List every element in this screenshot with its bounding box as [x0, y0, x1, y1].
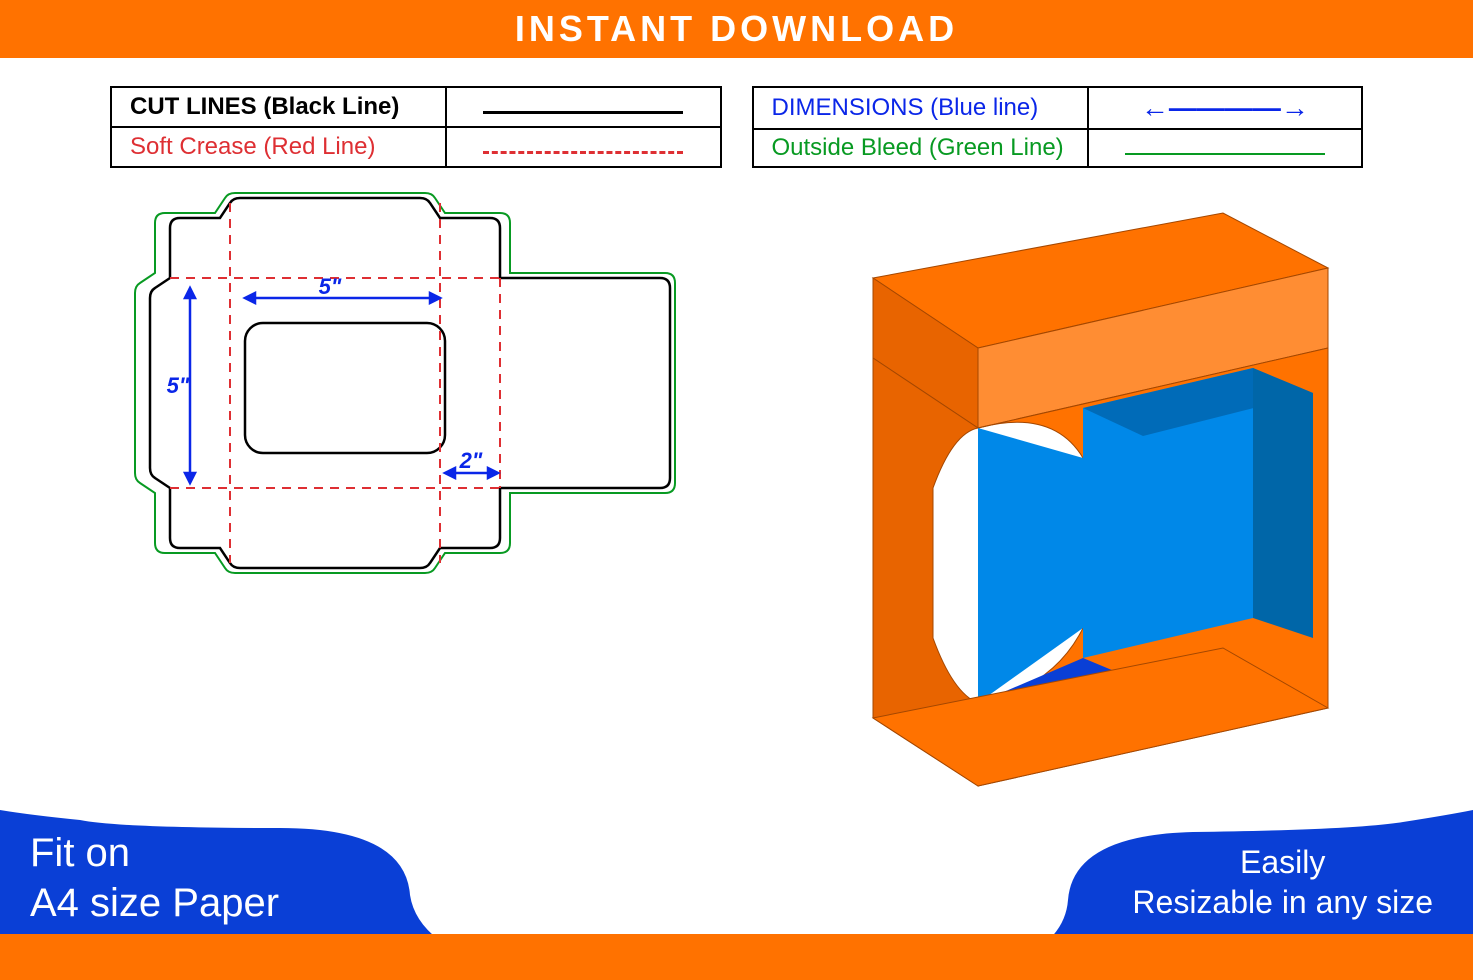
footer-right-line1: Easily	[1132, 842, 1433, 882]
crease-line-icon	[483, 151, 683, 154]
legend-left: CUT LINES (Black Line) Soft Crease (Red …	[110, 86, 722, 168]
footer-orange-strip	[0, 934, 1473, 980]
header-title: INSTANT DOWNLOAD	[515, 8, 958, 50]
header-bar: INSTANT DOWNLOAD	[0, 0, 1473, 58]
cut-line-icon	[483, 111, 683, 114]
diagram-area: 5" 5" 2"	[0, 168, 1473, 808]
legend-crease-sample	[446, 127, 720, 167]
footer-area: Fit on A4 size Paper Easily Resizable in…	[0, 810, 1473, 980]
footer-right-line2: Resizable in any size	[1132, 882, 1433, 922]
dim-height: 5"	[167, 373, 190, 398]
dim-width: 5"	[319, 274, 342, 299]
box-3d-render	[773, 158, 1373, 798]
footer-right-text: Easily Resizable in any size	[1132, 842, 1433, 922]
legend-wrap: CUT LINES (Black Line) Soft Crease (Red …	[0, 58, 1473, 168]
dieline-diagram: 5" 5" 2"	[120, 168, 690, 668]
legend-crease-label: Soft Crease (Red Line)	[111, 127, 446, 167]
footer-left-text: Fit on A4 size Paper	[30, 828, 279, 928]
legend-right: DIMENSIONS (Blue line) ←————→ Outside Bl…	[752, 86, 1364, 168]
dim-arrow-icon: ←————→	[1141, 92, 1309, 123]
legend-cut-label: CUT LINES (Black Line)	[111, 87, 446, 127]
legend-cut-sample	[446, 87, 720, 127]
footer-left-line2: A4 size Paper	[30, 878, 279, 928]
legend-dim-sample: ←————→	[1088, 87, 1362, 129]
footer-left-line1: Fit on	[30, 828, 279, 878]
dim-depth: 2"	[459, 448, 483, 473]
legend-dim-label: DIMENSIONS (Blue line)	[753, 87, 1088, 129]
bleed-line-icon	[1125, 153, 1325, 155]
